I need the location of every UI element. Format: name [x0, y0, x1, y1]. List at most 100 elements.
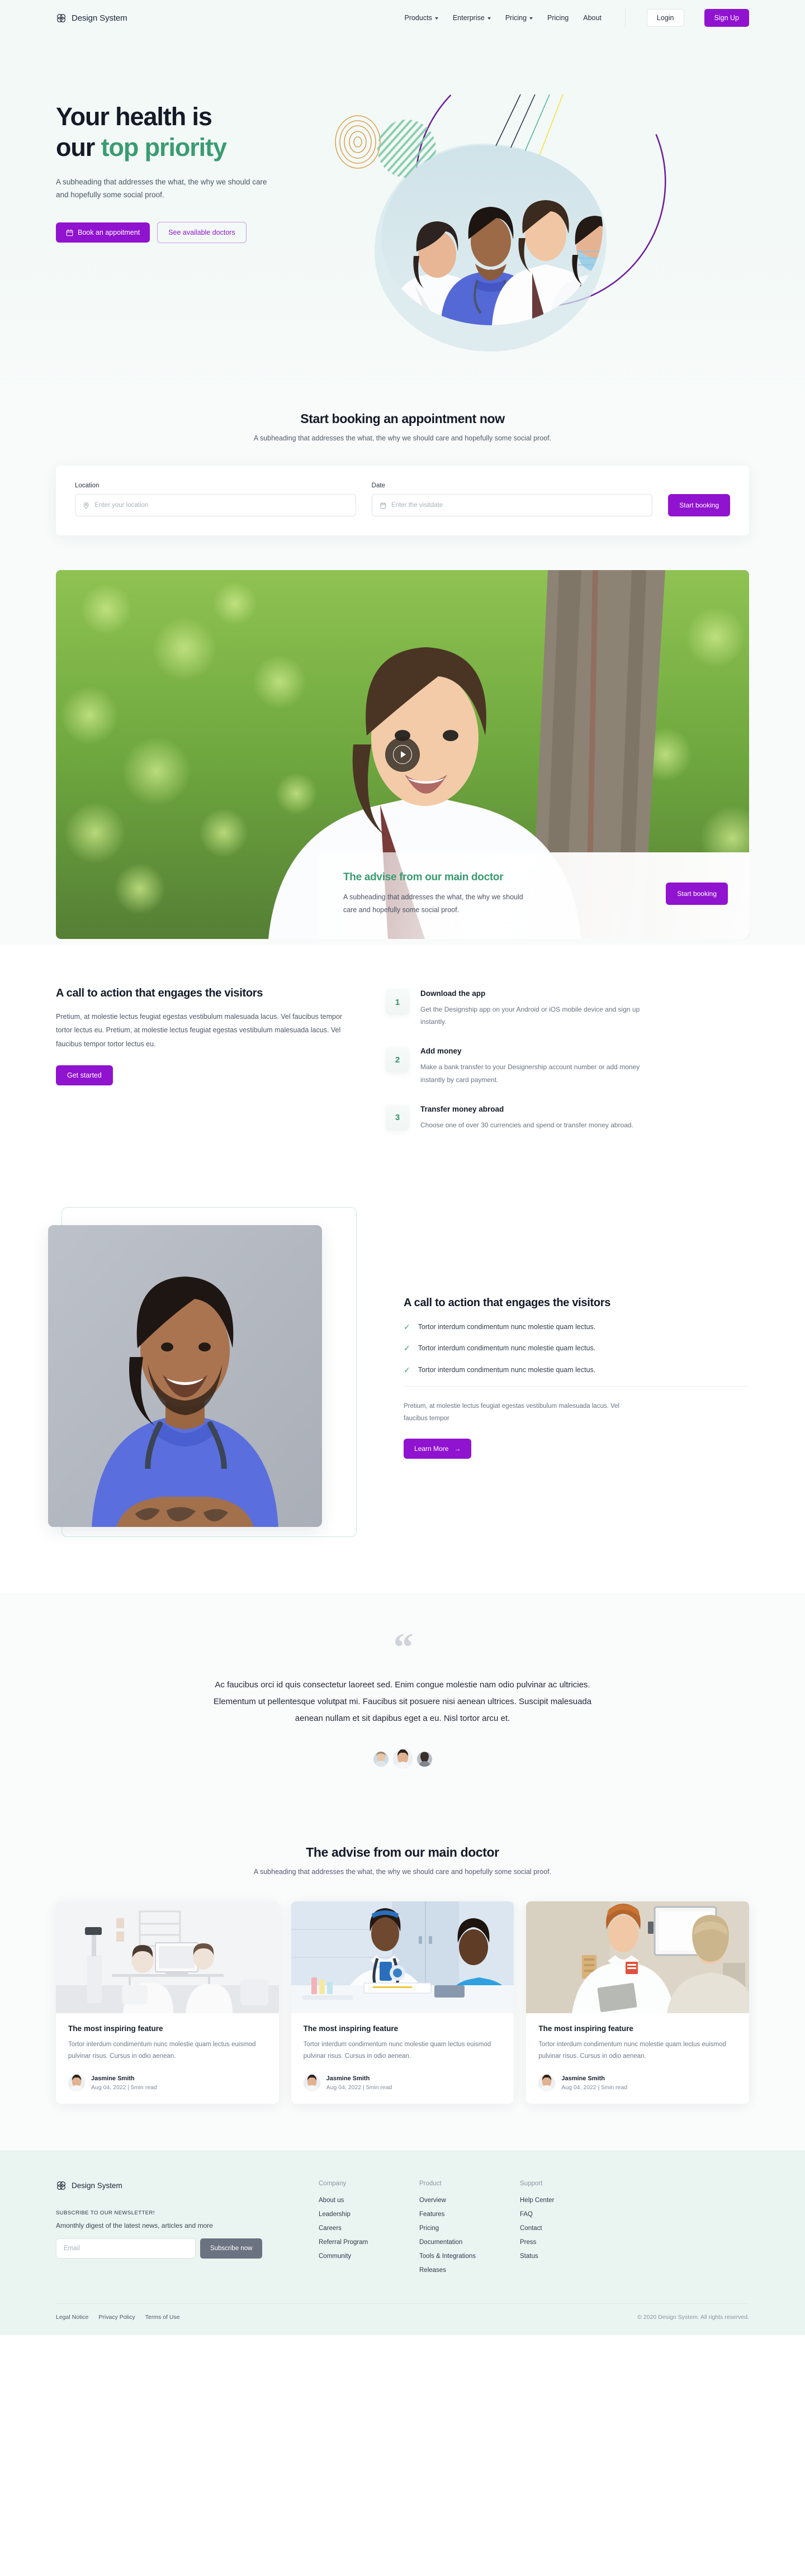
author-name: Jasmine Smith — [326, 2075, 370, 2082]
see-doctors-button[interactable]: See available doctors — [157, 222, 247, 244]
checkmark-icon: ✓ — [404, 1344, 410, 1353]
blog-card-grid: The most inspiring feature Tortor interd… — [56, 1901, 750, 2104]
primary-nav: Products Enterprise Pricing Pricing Abou… — [404, 8, 749, 27]
author-avatar — [303, 2075, 320, 2092]
step-description: Choose one of over 30 currencies and spe… — [420, 1121, 633, 1129]
check-label: Tortor interdum condimentum nunc molesti… — [418, 1344, 596, 1353]
date-input-shell[interactable] — [371, 494, 653, 516]
video-overlay-card: The advise from our main doctor A subhea… — [319, 852, 749, 939]
step-number: 2 — [386, 1047, 409, 1073]
footer-link[interactable]: Contact — [520, 2225, 587, 2232]
blog-subtitle: A subheading that addresses the what, th… — [253, 1867, 552, 1876]
hero-heading-line1: Your health is — [56, 102, 212, 131]
footer-column-heading: Product — [419, 2180, 442, 2188]
blog-card[interactable]: The most inspiring feature Tortor interd… — [526, 1901, 750, 2104]
avatar[interactable] — [416, 1751, 432, 1767]
footer-link[interactable]: Referral Program — [319, 2239, 386, 2246]
check-label: Tortor interdum condimentum nunc molesti… — [418, 1365, 596, 1374]
booking-form-card: Location Date — [56, 466, 749, 535]
signup-button[interactable]: Sign Up — [704, 9, 749, 27]
learn-more-button[interactable]: Learn More → — [404, 1438, 472, 1459]
author-name: Jasmine Smith — [561, 2075, 605, 2082]
step-number: 3 — [386, 1104, 409, 1131]
chevron-down-icon — [434, 17, 438, 20]
footer-link[interactable]: Leadership — [319, 2211, 386, 2218]
footer-link[interactable]: Overview — [419, 2197, 486, 2204]
author-avatar — [538, 2075, 556, 2092]
steps-list: 1 Download the app Get the Designship ap… — [386, 987, 749, 1150]
footer-link[interactable]: FAQ — [520, 2211, 587, 2218]
email-input[interactable] — [56, 2238, 196, 2259]
footer-link[interactable]: Press — [520, 2239, 587, 2246]
step-title: Download the app — [420, 989, 486, 998]
cta-paragraph: Pretium, at molestie lectus feugiat eges… — [56, 1013, 343, 1048]
footer-column-heading: Company — [319, 2180, 347, 2188]
booking-section: Start booking an appointment now A subhe… — [0, 409, 805, 570]
clinic-consultation-photo — [56, 1901, 279, 2013]
footer-column-support: Support Help Center FAQ Contact Press St… — [520, 2180, 587, 2281]
blog-card-image — [291, 1901, 514, 2013]
blog-card[interactable]: The most inspiring feature Tortor interd… — [56, 1901, 279, 2104]
book-appointment-label: Book an appoitment — [78, 229, 140, 237]
feature-heading: A call to action that engages the visito… — [404, 1297, 611, 1310]
testimonial-avatars — [56, 1749, 749, 1769]
blog-card[interactable]: The most inspiring feature Tortor interd… — [291, 1901, 514, 2104]
nav-item-products[interactable]: Products — [404, 14, 438, 22]
checkmark-icon: ✓ — [404, 1322, 410, 1332]
location-input[interactable] — [94, 502, 348, 509]
feature-text-block: A call to action that engages the visito… — [404, 1297, 749, 1459]
avatar[interactable] — [392, 1749, 413, 1769]
booking-title: Start booking an appointment now — [300, 411, 505, 426]
avatar-image — [538, 2075, 556, 2092]
hero-heading-line2-plain: our — [56, 132, 101, 162]
blog-title: The advise from our main doctor — [306, 1844, 499, 1859]
footer-brand-logo[interactable]: Design System — [56, 2180, 296, 2191]
avatar-image — [392, 1749, 413, 1769]
play-button[interactable] — [385, 737, 420, 772]
step-description: Get the Designship app on your Android o… — [420, 1005, 640, 1026]
footer-link[interactable]: Documentation — [419, 2239, 486, 2246]
subscribe-button[interactable]: Subscribe now — [200, 2238, 263, 2259]
login-button[interactable]: Login — [646, 9, 684, 27]
hero-heading: Your health is our top priority — [56, 102, 347, 163]
nav-label: Products — [404, 14, 432, 22]
book-appointment-button[interactable]: Book an appoitment — [56, 222, 150, 243]
feature-check-list: ✓ Tortor interdum condimentum nunc moles… — [404, 1322, 749, 1375]
quote-mark-icon: “ — [393, 1624, 414, 1669]
get-started-button[interactable]: Get started — [56, 1065, 113, 1086]
footer-link[interactable]: Releases — [419, 2267, 486, 2274]
terms-of-use-link[interactable]: Terms of Use — [145, 2314, 180, 2321]
location-input-shell[interactable] — [75, 494, 356, 516]
brand-logo[interactable]: Design System — [56, 13, 127, 23]
step-title: Transfer money abroad — [420, 1104, 504, 1113]
footer-link[interactable]: Community — [319, 2253, 386, 2260]
footer-link[interactable]: Pricing — [419, 2225, 486, 2232]
footer-link[interactable]: Careers — [319, 2225, 386, 2232]
footer-link[interactable]: Features — [419, 2211, 486, 2218]
start-booking-button[interactable]: Start booking — [668, 494, 730, 516]
footer-link[interactable]: About us — [319, 2197, 386, 2204]
play-icon — [393, 745, 412, 764]
nav-item-pricing[interactable]: Pricing — [547, 14, 569, 22]
nav-item-about[interactable]: About — [583, 14, 602, 22]
hero-illustration — [335, 56, 749, 352]
step-item: 2 Add money Make a bank transfer to your… — [386, 1047, 749, 1085]
footer-link[interactable]: Tools & Integrations — [419, 2253, 486, 2260]
date-input[interactable] — [391, 502, 645, 509]
nav-label: Pricing — [505, 14, 527, 22]
blog-card-description: Tortor interdum condimentum nunc molesti… — [538, 2041, 726, 2060]
nav-divider — [624, 8, 626, 27]
date-field-group: Date — [371, 482, 653, 516]
footer-link[interactable]: Help Center — [520, 2197, 587, 2204]
privacy-policy-link[interactable]: Privacy Policy — [98, 2314, 135, 2321]
copyright-text: © 2020 Design System. All rights reserve… — [637, 2314, 749, 2321]
nav-item-enterprise[interactable]: Enterprise — [453, 14, 491, 22]
video-start-booking-button[interactable]: Start booking — [666, 883, 728, 905]
nav-item-pricing-dropdown[interactable]: Pricing — [505, 14, 533, 22]
footer-link[interactable]: Status — [520, 2253, 587, 2260]
footer-link-columns: Company About us Leadership Careers Refe… — [296, 2180, 749, 2281]
video-player-card[interactable]: The advise from our main doctor A subhea… — [56, 570, 749, 939]
hero-heading-accent: top priority — [101, 132, 227, 162]
avatar[interactable] — [373, 1751, 389, 1767]
legal-notice-link[interactable]: Legal Notice — [56, 2314, 88, 2321]
